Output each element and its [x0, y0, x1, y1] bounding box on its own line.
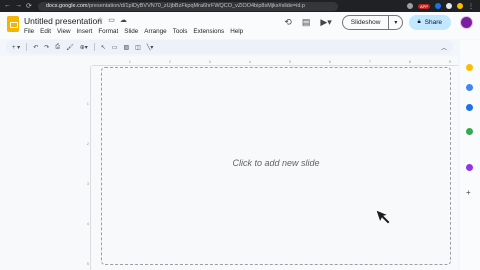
horizontal-ruler[interactable]: 1 2 3 4 5 6 7 8 9	[92, 60, 458, 66]
menu-extensions[interactable]: Extensions	[193, 28, 224, 35]
reload-icon[interactable]: ⟳	[26, 2, 32, 10]
browser-toolbar: ← → ⟳ docs.google.com/presentation/d/1pI…	[0, 0, 480, 12]
ruler-tick: 4	[249, 60, 251, 64]
add-icon[interactable]: +	[466, 188, 471, 197]
document-title[interactable]: Untitled presentation	[24, 16, 102, 26]
ruler-tick: 1	[87, 102, 89, 106]
menu-tools[interactable]: Tools	[173, 28, 188, 35]
zoom-icon[interactable]: ⊕▾	[80, 44, 88, 51]
address-bar[interactable]: docs.google.com/presentation/d/1pIDyBVVN…	[37, 1, 338, 11]
side-panel: +	[460, 40, 480, 270]
menu-insert[interactable]: Insert	[77, 28, 93, 35]
menu-view[interactable]: View	[57, 28, 71, 35]
forward-icon[interactable]: →	[15, 2, 22, 10]
ruler-tick: 6	[329, 60, 331, 64]
url-domain: docs.google.com	[45, 2, 88, 9]
textbox-icon[interactable]: ▭	[112, 44, 118, 51]
line-icon[interactable]: ╲▾	[147, 44, 154, 51]
shape-icon[interactable]: ◫	[135, 44, 141, 51]
ruler-tick: 4	[87, 222, 89, 226]
calendar-icon[interactable]	[466, 104, 473, 111]
url-path: /presentation/d/1pIDyBVVN70_zUjbBzFkpqMr…	[87, 2, 305, 9]
slideshow-button[interactable]: Slideshow ▾	[341, 15, 404, 30]
ruler-tick: 7	[369, 60, 371, 64]
addon-icon[interactable]	[466, 164, 473, 171]
divider	[93, 43, 95, 51]
ruler-tick: 5	[289, 60, 291, 64]
browser-menu-icon[interactable]: ⋮	[468, 3, 474, 10]
mouse-cursor-icon	[375, 209, 391, 225]
header-actions: ⟲ ▤ ▶▾ Slideshow ▾ 🔒︎ Share	[284, 15, 480, 30]
title-actions: ☆ ▭ ☁	[97, 16, 127, 24]
menu-arrange[interactable]: Arrange	[144, 28, 166, 35]
star-icon[interactable]: ☆	[97, 16, 103, 24]
extensions-area: APP ⋮	[406, 3, 480, 10]
menu-help[interactable]: Help	[230, 28, 243, 35]
divider	[26, 43, 28, 51]
collapse-toolbar-icon[interactable]: ︿	[441, 43, 447, 52]
lock-icon: 🔒︎	[417, 19, 421, 25]
profile-icon[interactable]	[457, 3, 463, 9]
empty-slide-area[interactable]: Click to add new slide	[101, 67, 451, 265]
history-icon[interactable]: ⟲	[284, 17, 292, 28]
extensions-puzzle-icon[interactable]	[446, 3, 452, 9]
maps-icon[interactable]	[466, 128, 473, 135]
menu-slide[interactable]: Slide	[124, 28, 138, 35]
back-icon[interactable]: ←	[4, 2, 11, 10]
ruler-tick: 3	[209, 60, 211, 64]
ruler-tick: 5	[87, 262, 89, 266]
menu-bar: File Edit View Insert Format Slide Arran…	[24, 28, 243, 35]
menu-format[interactable]: Format	[98, 28, 118, 35]
ruler-tick: 2	[169, 60, 171, 64]
slideshow-label[interactable]: Slideshow	[343, 16, 390, 29]
star-icon[interactable]	[406, 3, 413, 9]
print-icon[interactable]: ⎙	[55, 44, 60, 51]
browser-nav: ← → ⟳	[0, 2, 32, 10]
redo-icon[interactable]: ↷	[44, 44, 49, 51]
image-icon[interactable]: ▨	[123, 44, 129, 51]
ruler-tick: 8	[409, 60, 411, 64]
tasks-icon[interactable]	[466, 84, 473, 91]
keep-icon[interactable]	[466, 64, 473, 71]
ruler-tick: 9	[449, 60, 451, 64]
share-label: Share	[424, 19, 442, 26]
cloud-status-icon[interactable]: ☁	[120, 16, 127, 24]
avatar[interactable]	[460, 16, 473, 29]
ruler-tick: 1	[129, 60, 131, 64]
paint-format-icon[interactable]: 🖌︎	[66, 44, 74, 51]
app-header: Untitled presentation ☆ ▭ ☁ File Edit Vi…	[0, 12, 480, 39]
comments-icon[interactable]: ▤	[302, 17, 311, 28]
chevron-down-icon[interactable]: ▾	[389, 19, 402, 26]
slides-logo-icon[interactable]	[7, 16, 19, 32]
select-icon[interactable]: ↖	[101, 44, 106, 51]
vertical-ruler[interactable]: 1 2 3 4 5	[86, 66, 91, 270]
menu-file[interactable]: File	[24, 28, 34, 35]
ruler-tick: 2	[87, 142, 89, 146]
ruler-tick: 3	[87, 182, 89, 186]
move-folder-icon[interactable]: ▭	[108, 16, 115, 24]
add-icon[interactable]: + ▾	[12, 44, 20, 51]
add-slide-placeholder[interactable]: Click to add new slide	[102, 158, 450, 168]
menu-edit[interactable]: Edit	[40, 28, 51, 35]
extension-icon[interactable]	[435, 3, 441, 9]
share-button[interactable]: 🔒︎ Share	[409, 15, 451, 30]
extension-badge[interactable]: APP	[417, 3, 430, 9]
editing-toolbar: + ▾ ↶ ↷ ⎙ 🖌︎ ⊕▾ ↖ ▭ ▨ ◫ ╲▾ ︿	[6, 40, 453, 54]
meet-icon[interactable]: ▶▾	[320, 17, 331, 28]
undo-icon[interactable]: ↶	[33, 44, 38, 51]
